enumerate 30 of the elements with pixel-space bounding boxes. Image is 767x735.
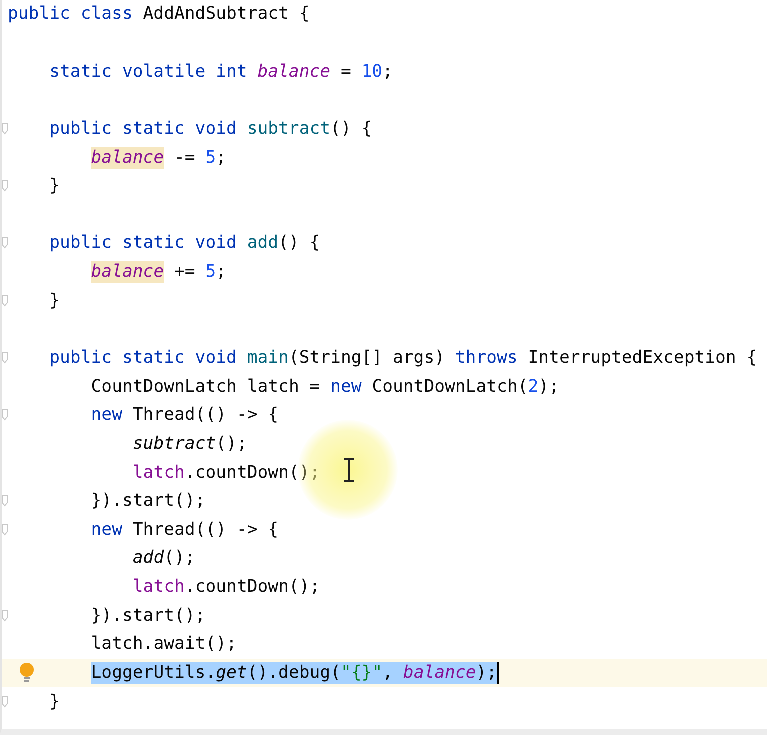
code-line: latch.await();	[91, 633, 237, 656]
code-line: add();	[132, 547, 196, 570]
code-line: public static void main(String[] args) throws InterruptedException {	[50, 347, 758, 369]
fold-marker-icon[interactable]	[2, 352, 8, 364]
code-line: static volatile int balance = 10;	[50, 60, 393, 83]
code-line: CountDownLatch latch = new CountDownLatch(2);	[91, 376, 560, 398]
code-line: }).start();	[91, 604, 206, 627]
fold-marker-icon[interactable]	[2, 409, 8, 422]
code-line: latch.countDown();	[132, 462, 320, 484]
text-cursor-icon	[342, 458, 356, 482]
fold-marker-icon[interactable]	[2, 696, 8, 708]
code-line: }	[50, 290, 60, 312]
fold-marker-icon[interactable]	[2, 237, 8, 250]
code-line: public static void subtract() {	[50, 118, 372, 140]
fold-marker-icon[interactable]	[2, 524, 8, 536]
code-line: new Thread(() -> {	[91, 404, 279, 426]
fold-marker-icon[interactable]	[2, 180, 8, 192]
code-line: new Thread(() -> {	[91, 518, 279, 541]
code-line: }).start();	[91, 490, 206, 512]
code-line: latch.countDown();	[132, 576, 320, 598]
code-line: subtract();	[132, 432, 248, 455]
fold-marker-icon[interactable]	[2, 610, 8, 622]
code-line: public static void add() {	[50, 232, 320, 254]
fold-marker-icon[interactable]	[2, 122, 8, 135]
lightbulb-icon[interactable]	[19, 662, 35, 683]
code-line: public class AddAndSubtract {	[8, 3, 310, 26]
code-line: }	[50, 175, 60, 198]
fold-marker-icon[interactable]	[2, 294, 8, 307]
code-line: }	[50, 690, 60, 713]
fold-marker-icon[interactable]	[2, 495, 8, 508]
